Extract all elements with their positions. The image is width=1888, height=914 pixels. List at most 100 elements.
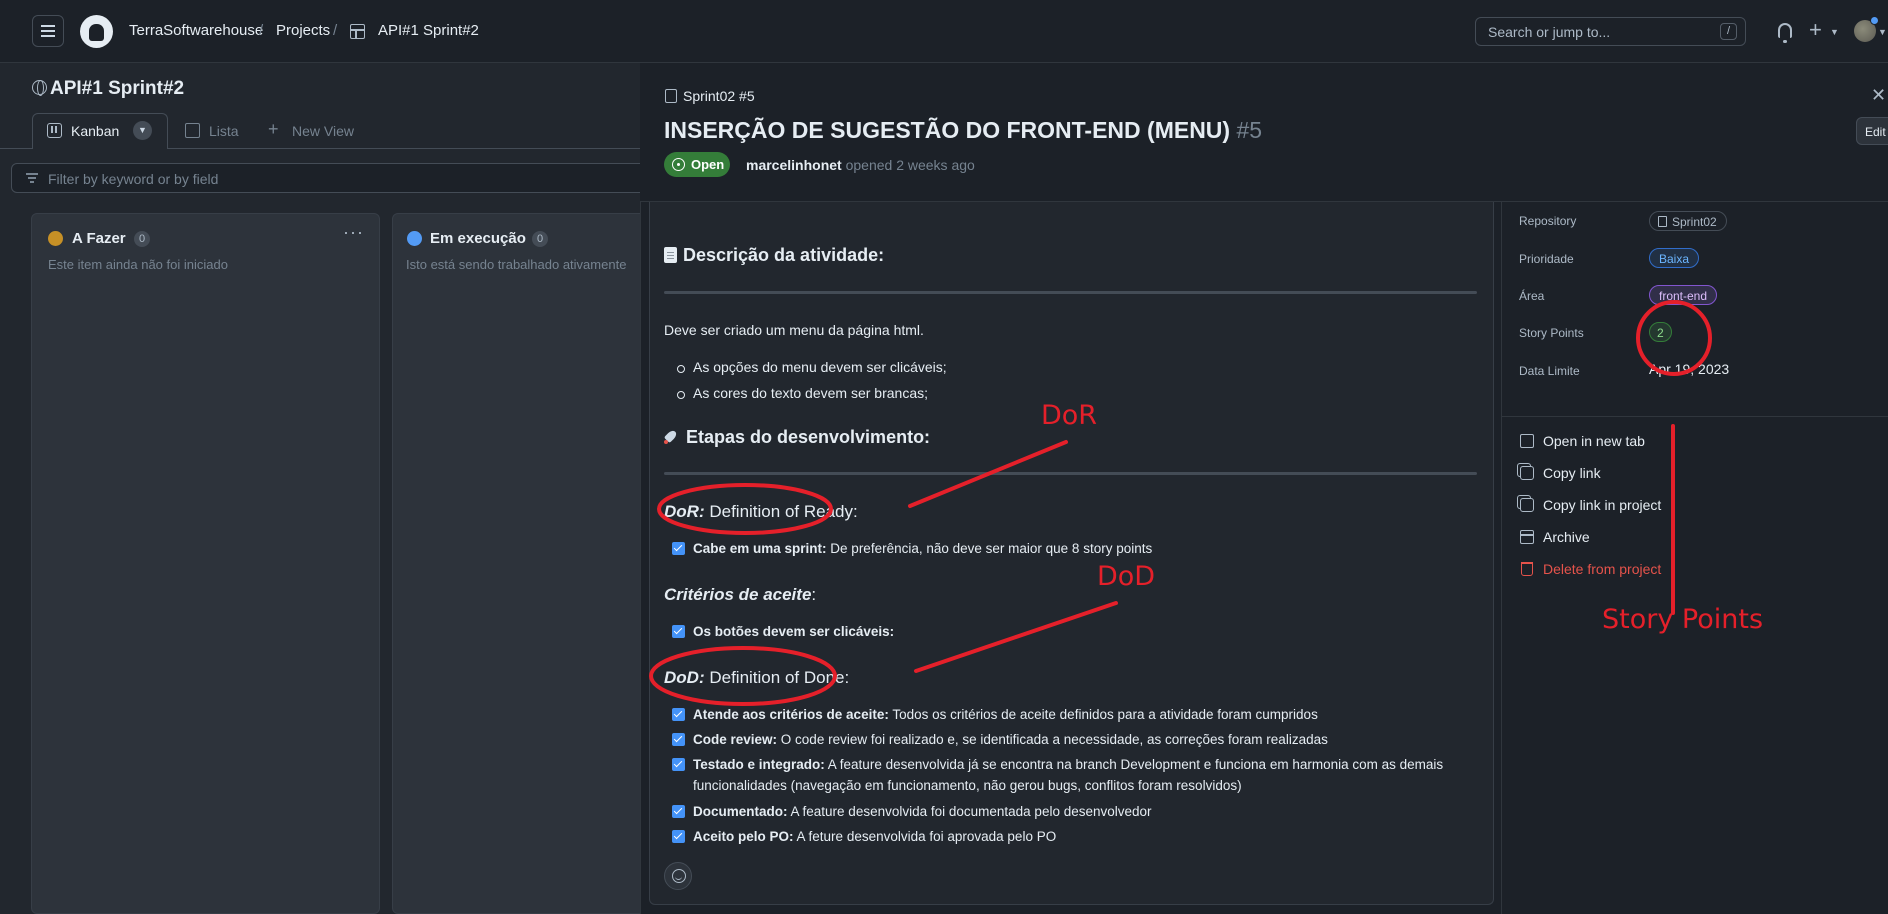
breadcrumb-separator: / [333, 22, 338, 39]
tab-menu-chevron-icon[interactable]: ▼ [133, 121, 152, 140]
column-status-dot [407, 231, 422, 246]
priority-chip[interactable]: Baixa [1649, 248, 1700, 268]
task-item: Cabe em uma sprint: De preferência, não … [672, 538, 1472, 559]
breadcrumb-projects[interactable]: Projects [276, 22, 330, 39]
criteria-heading: Critérios de aceite: [664, 585, 817, 604]
task-item: Os botões devem ser clicáveis: [672, 621, 1472, 642]
globe-icon [32, 80, 47, 96]
filter-placeholder: Filter by keyword or by field [48, 171, 219, 187]
field-label-priority: Prioridade [1519, 252, 1574, 266]
column-description: Este item ainda não foi iniciado [48, 257, 228, 272]
dor-heading: DoR: Definition of Ready: [664, 502, 858, 521]
table-icon [185, 123, 200, 138]
status-badge: Open [664, 152, 730, 177]
description-heading: Descrição da atividade: [664, 245, 884, 266]
menu-button[interactable] [32, 15, 64, 47]
description-text: Deve ser criado um menu da página html. [664, 322, 924, 338]
task-item: Aceito pelo PO: A feture desenvolvida fo… [672, 826, 1472, 847]
issue-title: INSERÇÃO DE SUGESTÃO DO FRONT-END (MENU)… [664, 117, 1263, 143]
board-column [392, 213, 652, 914]
column-menu-icon[interactable]: ··· [343, 222, 364, 243]
checkbox[interactable] [672, 542, 685, 555]
rocket-icon [664, 430, 678, 444]
board-column [31, 213, 380, 914]
area-chip[interactable]: front-end [1649, 285, 1718, 305]
checkbox[interactable] [672, 708, 685, 721]
field-label-repository: Repository [1519, 214, 1577, 228]
issue-icon [665, 89, 677, 103]
kanban-icon [47, 123, 62, 138]
author-link[interactable]: marcelinhonet [746, 157, 842, 173]
column-count: 0 [532, 231, 548, 247]
delete-from-project-action[interactable]: Delete from project [1520, 561, 1661, 577]
task-item: Code review: O code review foi realizado… [672, 729, 1472, 750]
task-item: Atende aos critérios de aceite: Todos os… [672, 704, 1472, 725]
archive-icon [1520, 530, 1534, 544]
task-item: Testado e integrado: A feature desenvolv… [672, 754, 1472, 796]
search-shortcut-key: / [1720, 23, 1737, 40]
open-in-new-tab-action[interactable]: Open in new tab [1520, 433, 1645, 449]
archive-action[interactable]: Archive [1520, 529, 1590, 545]
tab-lista[interactable]: Lista [209, 123, 239, 139]
project-title: API#1 Sprint#2 [50, 78, 185, 99]
divider [664, 472, 1477, 475]
filter-icon [26, 173, 38, 183]
checkbox[interactable] [672, 733, 685, 746]
reaction-smiley-icon[interactable] [664, 862, 692, 890]
chevron-down-icon[interactable]: ▼ [1878, 27, 1887, 37]
field-label-deadline: Data Limite [1519, 364, 1580, 378]
copy-icon [1520, 498, 1534, 512]
column-title: Em execução [430, 230, 526, 247]
breadcrumb-org[interactable]: TerraSoftwarehouse [129, 22, 263, 39]
checkbox[interactable] [672, 758, 685, 771]
copy-link-in-project-action[interactable]: Copy link in project [1520, 497, 1661, 513]
field-label-story-points: Story Points [1519, 326, 1584, 340]
issue-reference[interactable]: Sprint02 #5 [683, 88, 755, 104]
close-icon[interactable]: ✕ [1871, 85, 1886, 106]
external-link-icon [1520, 434, 1534, 448]
dod-heading: DoD: Definition of Done: [664, 668, 850, 687]
issue-open-icon [672, 158, 685, 171]
document-icon [664, 247, 677, 263]
annotation-story-points-label: Story Points [1602, 604, 1764, 635]
list-item: As cores do texto devem ser brancas; [677, 385, 928, 401]
story-points-chip[interactable]: 2 [1649, 322, 1672, 342]
plus-icon[interactable]: + [1809, 17, 1822, 43]
issue-meta: marcelinhonet opened 2 weeks ago [746, 157, 975, 173]
search-placeholder: Search or jump to... [1488, 24, 1611, 40]
breadcrumb-project[interactable]: API#1 Sprint#2 [378, 22, 479, 39]
trash-icon [1521, 562, 1533, 576]
plus-icon[interactable]: + [268, 119, 279, 140]
annotation-dod-label: DoD [1097, 561, 1156, 592]
field-label-area: Área [1519, 289, 1545, 303]
breadcrumb-separator: / [259, 22, 264, 39]
notification-dot [1870, 16, 1879, 25]
divider [1501, 416, 1888, 417]
checkbox[interactable] [672, 805, 685, 818]
steps-heading: Etapas do desenvolvimento: [664, 427, 930, 448]
column-count: 0 [134, 231, 150, 247]
tab-kanban-label: Kanban [71, 123, 120, 139]
copy-link-action[interactable]: Copy link [1520, 465, 1601, 481]
annotation-dor-label: DoR [1041, 400, 1098, 431]
chevron-down-icon[interactable]: ▼ [1830, 27, 1839, 37]
divider [664, 291, 1477, 294]
tab-new-view[interactable]: New View [292, 123, 354, 139]
divider [1501, 202, 1502, 914]
edit-button[interactable]: Edit [1856, 117, 1888, 145]
repo-icon [1658, 216, 1667, 227]
deadline-value[interactable]: Apr 19, 2023 [1649, 361, 1729, 377]
list-item: As opções do menu devem ser clicáveis; [677, 359, 947, 375]
search-input[interactable]: Search or jump to... / [1475, 17, 1746, 46]
bell-icon[interactable] [1778, 23, 1792, 43]
column-title: A Fazer [72, 230, 126, 247]
table-icon [350, 24, 365, 39]
checkbox[interactable] [672, 830, 685, 843]
copy-icon [1520, 466, 1534, 480]
column-description: Isto está sendo trabalhado ativamente [406, 257, 627, 272]
task-item: Documentado: A feature desenvolvida foi … [672, 801, 1472, 822]
checkbox[interactable] [672, 625, 685, 638]
column-status-dot [48, 231, 63, 246]
github-logo-icon[interactable] [80, 15, 113, 48]
repository-chip[interactable]: Sprint02 [1649, 211, 1727, 231]
